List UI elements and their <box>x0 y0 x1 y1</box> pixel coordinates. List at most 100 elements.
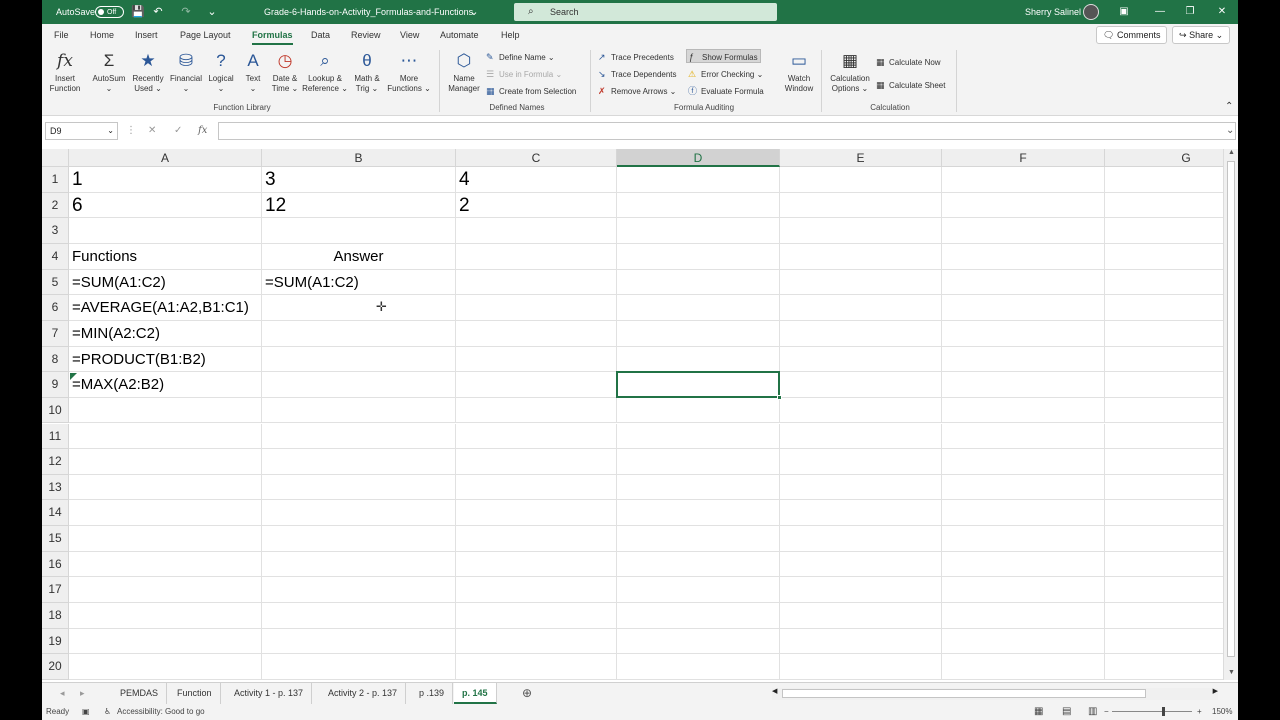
cell-f13[interactable] <box>942 474 1105 501</box>
zoom-slider-knob[interactable] <box>1161 707 1165 716</box>
cell-g19[interactable] <box>1105 629 1223 655</box>
tab-page-layout[interactable]: Page Layout <box>180 24 231 46</box>
cell-g13[interactable] <box>1105 475 1223 501</box>
normal-view-icon[interactable]: ▦ <box>1034 704 1043 720</box>
column-header-d[interactable]: D <box>617 149 780 167</box>
row-header-18[interactable]: 18 <box>42 603 69 629</box>
zoom-out-icon[interactable]: − <box>1104 704 1109 720</box>
cell-c17[interactable] <box>456 577 617 604</box>
cell-c20[interactable] <box>456 654 617 680</box>
cell-a15[interactable] <box>69 526 262 552</box>
cell-e16[interactable] <box>780 551 942 578</box>
autosave-toggle[interactable]: Off <box>95 6 124 18</box>
cell-e9[interactable] <box>780 372 942 398</box>
row-header-7[interactable]: 7 <box>42 320 69 347</box>
row-header-16[interactable]: 16 <box>42 551 69 578</box>
cell-e1[interactable] <box>780 167 942 193</box>
cell-b14[interactable] <box>262 500 456 527</box>
row-header-15[interactable]: 15 <box>42 526 69 552</box>
cell-g11[interactable] <box>1105 424 1223 450</box>
select-all-corner[interactable] <box>42 149 69 167</box>
text-button[interactable]: A Text ⌄ <box>238 50 268 94</box>
cell-d13[interactable] <box>617 474 780 501</box>
cell-a5[interactable]: =SUM(A1:C2) <box>69 269 262 296</box>
cell-c6[interactable] <box>456 295 617 321</box>
cell-d15[interactable] <box>617 526 780 552</box>
user-avatar[interactable] <box>1083 4 1099 20</box>
cell-e7[interactable] <box>780 320 942 347</box>
save-icon[interactable]: 💾 <box>130 0 146 24</box>
cell-f2[interactable] <box>942 192 1105 219</box>
row-header-9[interactable]: 9 <box>42 372 69 398</box>
cell-b2[interactable]: 12 <box>262 192 456 219</box>
cell-c8[interactable] <box>456 346 617 373</box>
cell-c2[interactable]: 2 <box>456 192 617 219</box>
cell-f6[interactable] <box>942 295 1105 321</box>
trace-precedents-button[interactable]: ↗ Trace Precedents <box>598 50 674 64</box>
zoom-slider[interactable] <box>1112 707 1192 716</box>
cell-c7[interactable] <box>456 320 617 347</box>
calculate-now-button[interactable]: ▦ Calculate Now <box>876 55 941 69</box>
tab-insert[interactable]: Insert <box>135 24 158 46</box>
cell-f15[interactable] <box>942 526 1105 552</box>
cell-g2[interactable] <box>1105 193 1223 219</box>
scroll-up-icon[interactable]: ▲ <box>1224 149 1238 156</box>
cell-d8[interactable] <box>617 346 780 373</box>
cell-g10[interactable] <box>1105 398 1223 424</box>
cell-f10[interactable] <box>942 397 1105 424</box>
cell-e17[interactable] <box>780 577 942 604</box>
row-header-1[interactable]: 1 <box>42 167 69 193</box>
user-name[interactable]: Sherry Salinel <box>1025 0 1081 24</box>
cell-e14[interactable] <box>780 500 942 527</box>
trace-dependents-button[interactable]: ↘ Trace Dependents <box>598 67 677 81</box>
cell-a20[interactable] <box>69 654 262 680</box>
vertical-scroll-thumb[interactable] <box>1227 161 1235 657</box>
search-box[interactable]: ⌕ Search <box>514 3 777 21</box>
cell-f14[interactable] <box>942 500 1105 527</box>
cell-b12[interactable] <box>262 449 456 475</box>
file-name[interactable]: Grade-6-Hands-on-Activity_Formulas-and-F… <box>264 0 473 24</box>
cell-f18[interactable] <box>942 603 1105 629</box>
horizontal-scroll-thumb[interactable] <box>782 689 1146 698</box>
column-header-c[interactable]: C <box>456 149 617 167</box>
cell-a2[interactable]: 6 <box>69 192 262 219</box>
cell-d5[interactable] <box>617 269 780 296</box>
cell-c15[interactable] <box>456 526 617 552</box>
tab-review[interactable]: Review <box>351 24 381 46</box>
cell-b5[interactable]: =SUM(A1:C2) <box>262 269 456 296</box>
scroll-left-icon[interactable]: ◀ <box>772 687 777 695</box>
cell-e4[interactable] <box>780 243 942 270</box>
cell-c14[interactable] <box>456 500 617 527</box>
tab-data[interactable]: Data <box>311 24 330 46</box>
cell-a17[interactable] <box>69 577 262 604</box>
row-header-8[interactable]: 8 <box>42 346 69 373</box>
cell-g9[interactable] <box>1105 372 1223 398</box>
cell-d19[interactable] <box>617 628 780 655</box>
cell-d18[interactable] <box>617 603 780 629</box>
error-checking-button[interactable]: ⚠ Error Checking ⌄ <box>688 67 763 81</box>
row-header-5[interactable]: 5 <box>42 269 69 296</box>
insert-function-button[interactable]: fx Insert Function <box>46 50 84 94</box>
cell-d9[interactable] <box>617 372 780 398</box>
cell-d20[interactable] <box>617 654 780 680</box>
cell-d12[interactable] <box>617 449 780 475</box>
cell-g8[interactable] <box>1105 347 1223 373</box>
row-header-17[interactable]: 17 <box>42 577 69 604</box>
horizontal-scrollbar[interactable]: ◀ ▶ <box>772 688 1218 700</box>
cell-d7[interactable] <box>617 320 780 347</box>
sheet-tab-p139[interactable]: p .139 <box>411 683 454 704</box>
customize-qat-icon[interactable]: ⌄ <box>204 0 220 24</box>
scroll-down-icon[interactable]: ▼ <box>1224 669 1238 676</box>
page-layout-view-icon[interactable]: ▤ <box>1062 704 1071 720</box>
page-break-view-icon[interactable]: ▥ <box>1088 704 1097 720</box>
cell-c3[interactable] <box>456 218 617 244</box>
cell-a11[interactable] <box>69 423 262 450</box>
cell-f8[interactable] <box>942 346 1105 373</box>
math-trig-button[interactable]: θ Math & Trig ⌄ <box>348 50 386 94</box>
cell-b4[interactable]: Answer <box>262 243 456 270</box>
cell-e2[interactable] <box>780 192 942 219</box>
cell-e8[interactable] <box>780 346 942 373</box>
restore-icon[interactable]: ❐ <box>1180 0 1200 24</box>
cell-d3[interactable] <box>617 218 780 244</box>
cell-b1[interactable]: 3 <box>262 167 456 193</box>
